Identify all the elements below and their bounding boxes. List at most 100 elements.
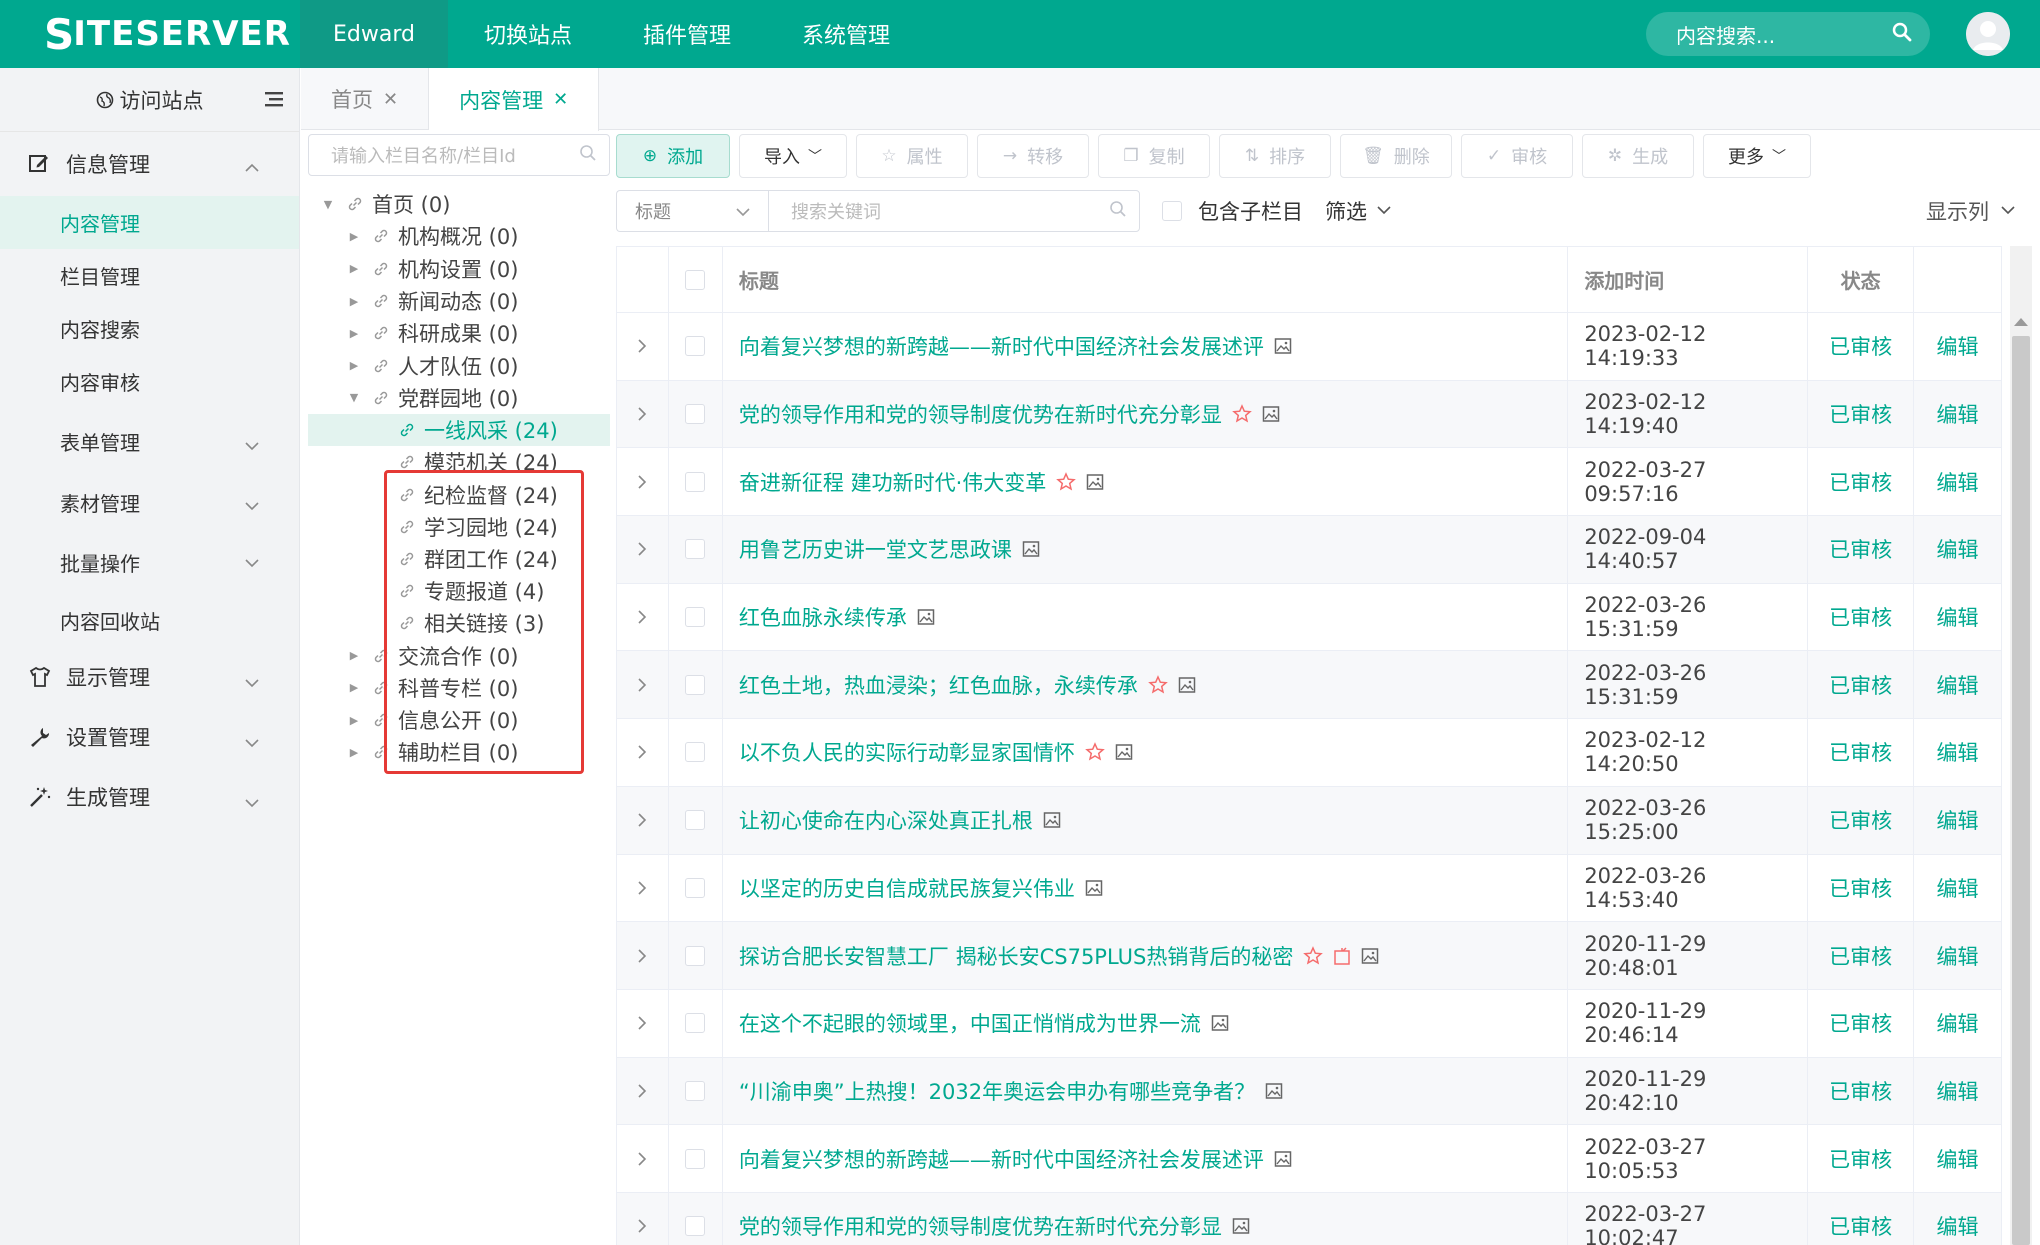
import-button[interactable]: 导入 ﹀ (739, 134, 847, 178)
edit-link[interactable]: 编辑 (1914, 922, 2002, 989)
menu-toggle-icon[interactable] (263, 88, 285, 115)
edit-link[interactable]: 编辑 (1914, 448, 2002, 516)
search-icon[interactable] (1109, 200, 1127, 223)
expand-row-icon[interactable] (617, 651, 669, 719)
caret-right-icon[interactable]: ▶ (346, 325, 362, 341)
edit-link[interactable]: 编辑 (1914, 786, 2002, 854)
caret-right-icon[interactable]: ▶ (346, 358, 362, 374)
tree-node[interactable]: ▼ 党群园地 (0) (308, 382, 610, 414)
edit-link[interactable]: 编辑 (1914, 313, 2002, 380)
row-checkbox[interactable] (685, 810, 706, 831)
attributes-button[interactable]: ☆ 属性 (856, 134, 968, 178)
expand-row-icon[interactable] (617, 448, 669, 516)
row-title-link[interactable]: 奋进新征程 建功新时代·伟大变革 (739, 467, 1046, 497)
caret-right-icon[interactable]: ▶ (346, 261, 362, 277)
edit-link[interactable]: 编辑 (1914, 1057, 2002, 1125)
caret-right-icon[interactable]: ▶ (346, 228, 362, 244)
row-title-link[interactable]: 红色土地，热血浸染；红色血脉，永续传承 (739, 670, 1138, 700)
row-title-link[interactable]: 党的领导作用和党的领导制度优势在新时代充分彰显 (739, 1211, 1222, 1241)
expand-row-icon[interactable] (617, 719, 669, 786)
tree-node[interactable]: ▶ 科研成果 (0) (308, 317, 610, 349)
edit-link[interactable]: 编辑 (1914, 719, 2002, 786)
tree-node[interactable]: ▶ 人才队伍 (0) (308, 349, 610, 381)
expand-row-icon[interactable] (617, 1057, 669, 1125)
edit-link[interactable]: 编辑 (1914, 1125, 2002, 1192)
copy-button[interactable]: ❐ 复制 (1098, 134, 1210, 178)
row-checkbox[interactable] (685, 404, 706, 425)
scrollbar-thumb[interactable] (2012, 336, 2030, 1245)
sort-button[interactable]: ⇅ 排序 (1219, 134, 1331, 178)
search-icon[interactable] (1892, 22, 1912, 47)
expand-row-icon[interactable] (617, 380, 669, 448)
display-columns-dropdown[interactable]: 显示列 (1926, 196, 2015, 226)
tree-node[interactable]: 纪检监督 (24) (308, 478, 610, 510)
header-time[interactable]: 添加时间 (1568, 247, 1809, 312)
include-children-checkbox[interactable]: 包含子栏目 (1162, 196, 1303, 226)
table-row[interactable]: “川渝申奥”上热搜！2032年奥运会申办有哪些竞争者？ 2020-11-29 20… (617, 1057, 2002, 1126)
tree-node[interactable]: 相关链接 (3) (308, 607, 610, 639)
row-title-link[interactable]: 在这个不起眼的领域里，中国正悄悄成为世界一流 (739, 1008, 1201, 1038)
header-title[interactable]: 标题 (723, 247, 1569, 312)
sidebar-group-generate-management[interactable]: 生成管理 (0, 767, 299, 827)
keyword-input[interactable]: 搜索关键词 (768, 190, 1140, 232)
expand-row-icon[interactable] (617, 1125, 669, 1192)
row-checkbox[interactable] (685, 877, 706, 898)
sidebar-item-content-management[interactable]: 内容管理 (0, 196, 299, 249)
row-status-link[interactable]: 已审核 (1808, 786, 1915, 854)
table-row[interactable]: 红色血脉永续传承 2022-03-26 15:31:59 已审核 编辑 (617, 583, 2002, 652)
generate-button[interactable]: ✲ 生成 (1582, 134, 1694, 178)
expand-row-icon[interactable] (617, 583, 669, 651)
tree-node[interactable]: 一线风采 (24) (308, 414, 610, 447)
table-row[interactable]: 以不负人民的实际行动彰显家国情怀 2023-02-12 14:20:50 已审核 编辑 (617, 719, 2002, 787)
row-status-link[interactable]: 已审核 (1808, 1125, 1915, 1192)
sidebar-group-display-management[interactable]: 显示管理 (0, 647, 299, 707)
tree-node[interactable]: ▼ 首页 (0) (308, 188, 610, 220)
sidebar-item-content-review[interactable]: 内容审核 (0, 355, 299, 408)
sidebar-group-settings-management[interactable]: 设置管理 (0, 707, 299, 767)
caret-right-icon[interactable]: ▶ (346, 744, 362, 760)
row-checkbox[interactable] (685, 1148, 706, 1169)
row-status-link[interactable]: 已审核 (1808, 989, 1915, 1057)
tab-content-management[interactable]: 内容管理 ✕ (429, 68, 600, 131)
expand-row-icon[interactable] (617, 313, 669, 380)
edit-link[interactable]: 编辑 (1914, 380, 2002, 448)
caret-right-icon[interactable]: ▶ (346, 680, 362, 696)
row-status-link[interactable]: 已审核 (1808, 922, 1915, 989)
sidebar-group-info-management[interactable]: 信息管理 (0, 132, 299, 196)
row-status-link[interactable]: 已审核 (1808, 516, 1915, 583)
table-row[interactable]: 让初心使命在内心深处真正扎根 2022-03-26 15:25:00 已审核 编辑 (617, 786, 2002, 855)
row-checkbox[interactable] (685, 1216, 706, 1237)
tree-node[interactable]: ▶ 科普专栏 (0) (308, 672, 610, 704)
delete-button[interactable]: 🗑 删除 (1340, 134, 1452, 178)
row-status-link[interactable]: 已审核 (1808, 583, 1915, 651)
transfer-button[interactable]: → 转移 (977, 134, 1089, 178)
row-title-link[interactable]: 让初心使命在内心深处真正扎根 (739, 805, 1033, 835)
table-row[interactable]: 用鲁艺历史讲一堂文艺思政课 2022-09-04 14:40:57 已审核 编辑 (617, 516, 2002, 584)
tree-node[interactable]: ▶ 交流合作 (0) (308, 639, 610, 671)
row-status-link[interactable]: 已审核 (1808, 719, 1915, 786)
row-status-link[interactable]: 已审核 (1808, 313, 1915, 380)
expand-row-icon[interactable] (617, 1192, 669, 1245)
row-checkbox[interactable] (685, 539, 706, 560)
nav-user[interactable]: Edward (300, 0, 448, 68)
checkbox[interactable] (1162, 201, 1182, 221)
row-status-link[interactable]: 已审核 (1808, 1057, 1915, 1125)
tab-home[interactable]: 首页 ✕ (301, 68, 430, 130)
row-checkbox[interactable] (685, 471, 706, 492)
caret-right-icon[interactable]: ▶ (346, 648, 362, 664)
row-title-link[interactable]: 探访合肥长安智慧工厂 揭秘长安CS75PLUS热销背后的秘密 (739, 941, 1293, 971)
row-status-link[interactable]: 已审核 (1808, 854, 1915, 922)
tree-node[interactable]: 专题报道 (4) (308, 575, 610, 607)
table-row[interactable]: 向着复兴梦想的新跨越——新时代中国经济社会发展述评 2023-02-12 14:1… (617, 313, 2002, 381)
caret-right-icon[interactable]: ▶ (346, 293, 362, 309)
expand-row-icon[interactable] (617, 854, 669, 922)
review-button[interactable]: ✓ 审核 (1461, 134, 1573, 178)
expand-row-icon[interactable] (617, 516, 669, 583)
tree-node[interactable]: 群团工作 (24) (308, 543, 610, 575)
caret-right-icon[interactable]: ▶ (346, 712, 362, 728)
row-status-link[interactable]: 已审核 (1808, 380, 1915, 448)
row-checkbox[interactable] (685, 1013, 706, 1034)
tree-node[interactable]: ▶ 信息公开 (0) (308, 704, 610, 736)
search-field-select[interactable]: 标题 (616, 190, 768, 232)
row-checkbox[interactable] (685, 945, 706, 966)
